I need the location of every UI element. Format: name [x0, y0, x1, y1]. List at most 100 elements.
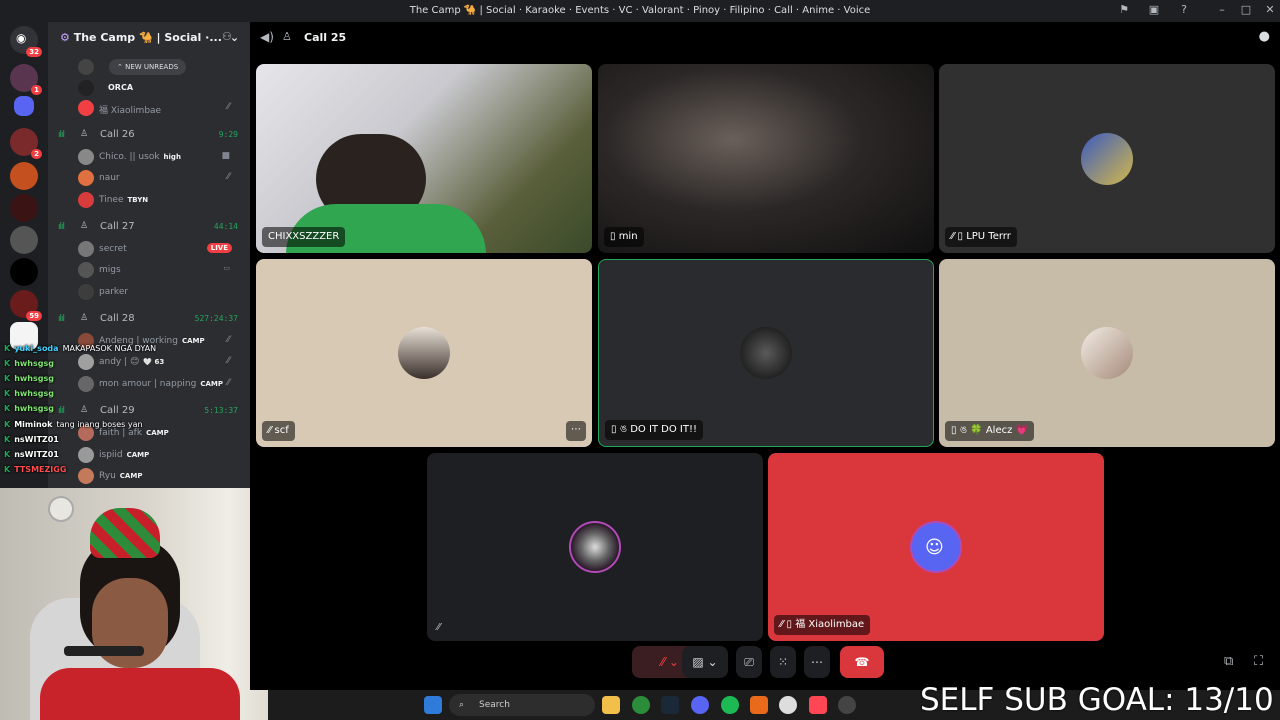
avatar [78, 262, 94, 278]
obs-icon[interactable] [779, 696, 797, 714]
fullscreen-icon[interactable]: ⛶ [1254, 654, 1263, 669]
voice-member[interactable]: parker [78, 282, 244, 302]
chat-message: Khwhsgsg [4, 374, 54, 383]
member-name: naur [99, 173, 120, 183]
steam-icon[interactable] [661, 696, 679, 714]
participant-avatar [740, 327, 792, 379]
wall-clock [48, 496, 74, 522]
search-placeholder: Search [479, 700, 510, 710]
server-icon[interactable]: 1 [10, 64, 42, 95]
activities-button[interactable]: ⁙ [770, 646, 796, 678]
screen-share-button[interactable]: ⎚ [736, 646, 762, 678]
mobile-icon: ▯ [610, 231, 619, 242]
spotify-icon[interactable] [721, 696, 739, 714]
valorant-icon[interactable] [809, 696, 827, 714]
server-icon[interactable]: 2 [10, 128, 42, 159]
chrome-icon[interactable] [632, 696, 650, 714]
voice-member[interactable]: ORCA [78, 78, 244, 98]
server-icon[interactable] [10, 194, 38, 222]
speaker-icon: ◀) [260, 30, 274, 44]
voice-member[interactable]: secret LIVE [78, 239, 244, 259]
close-button[interactable]: ✕ [1262, 3, 1278, 19]
deafened-icon: ⁄⁄ [226, 102, 230, 112]
voice-member[interactable]: Chico. || usok high ■ [78, 147, 244, 167]
server-icon[interactable]: 59 [10, 290, 42, 321]
camera-icon: ■ [221, 151, 230, 161]
pizzeria-server-icon[interactable] [10, 162, 38, 190]
voice-activity-icon: ılıl [58, 314, 65, 324]
video-tile[interactable]: ⁄⁄ ▯ LPU Terrr [939, 64, 1275, 253]
app-icon[interactable] [750, 696, 768, 714]
popout-icon[interactable]: ⧉ [1224, 654, 1233, 669]
stream-chat-overlay: Kyuki_soda MAKAPASOK NGA DYAN Khwhsgsg Kh… [4, 340, 224, 480]
avatar [78, 192, 94, 208]
streamer-shirt [40, 668, 240, 720]
chat-message: K Miminok tang inang boses yan [4, 420, 143, 429]
mobile-icon: ▯ [611, 424, 620, 435]
invite-people-icon[interactable]: ⚇ [222, 30, 232, 43]
monitor-icon[interactable]: ▣ [1146, 3, 1162, 19]
server-badge: 1 [31, 85, 42, 95]
channel-timer: 9:29 [218, 130, 238, 139]
avatar [78, 100, 94, 116]
muted-icon: ⁄⁄ [437, 622, 441, 633]
video-tile[interactable]: ☺ ⁄⁄ ▯ 福 Xiaolimbae [768, 453, 1104, 641]
deafened-icon: ⁄⁄ [226, 335, 230, 345]
new-unreads-pill[interactable]: ⌃ NEW UNREADS [109, 59, 187, 75]
maximize-button[interactable]: □ [1238, 3, 1254, 19]
deafened-icon: ⁄⁄ [226, 172, 230, 182]
server-badge: 2 [31, 149, 42, 159]
inbox-icon[interactable]: ⚑ [1116, 3, 1132, 19]
voice-member[interactable]: migs ▭ [78, 260, 244, 280]
live-badge: LIVE [206, 243, 232, 253]
call-header: ◀) ♙ Call 25 ● [250, 22, 1280, 54]
chat-bubble-icon[interactable]: ● [1259, 29, 1270, 44]
elf-hat [90, 508, 160, 558]
video-tile[interactable]: ⁄⁄ scf ⋯ [256, 259, 592, 447]
file-explorer-icon[interactable] [602, 696, 620, 714]
member-name: ORCA [108, 83, 134, 92]
more-options-button[interactable]: ⋯ [566, 421, 586, 441]
discord-icon[interactable] [691, 696, 709, 714]
server-icon[interactable] [10, 258, 38, 286]
screen-icon: ▭ [223, 264, 230, 272]
help-icon[interactable]: ? [1176, 3, 1192, 19]
member-name: migs [99, 265, 121, 275]
window-titlebar: The Camp 🐪 | Social · Karaoke · Events ·… [0, 0, 1280, 22]
participant-avatar [569, 521, 621, 573]
voice-channel-call-28[interactable]: ılıl ♙ Call 28 527:24:37 [58, 309, 244, 329]
server-badge: 59 [26, 311, 42, 321]
voice-channel-call-27[interactable]: ılıl ♙ Call 27 44:14 [58, 217, 244, 237]
participant-name: ⁄⁄ ▯ 福 Xiaolimbae [774, 615, 871, 635]
participant-name: CHIXXSZZZER [262, 227, 346, 247]
video-stage: CHIXXSZZZER ▯ min ⁄⁄ ▯ LPU Terrr ⁄⁄ scf … [250, 54, 1280, 690]
app-icon[interactable] [838, 696, 856, 714]
windows-start-icon[interactable] [424, 696, 442, 714]
channel-name: Call 28 [100, 313, 135, 324]
video-tile[interactable]: CHIXXSZZZER [256, 64, 592, 253]
video-tile[interactable]: ▯ ঙ DO IT DO IT!! [598, 259, 934, 447]
participant-name: ▯ min [604, 227, 644, 247]
search-icon: ⌕ [459, 700, 465, 710]
voice-channel-call-26[interactable]: ılıl ♙ Call 26 9:29 [58, 125, 244, 145]
microphone [64, 646, 144, 656]
home-discord-icon[interactable]: ◉ 32 [10, 26, 42, 57]
disconnect-button[interactable]: ☎ [840, 646, 884, 678]
video-tile[interactable]: ⁄⁄ [427, 453, 763, 641]
taskbar-search[interactable]: ⌕ Search [449, 694, 595, 716]
avatar [78, 149, 94, 165]
video-tile[interactable]: ▯ min [598, 64, 934, 253]
voice-member[interactable]: 福 Xiaolimbae ⁄⁄ [78, 98, 244, 118]
more-button[interactable]: ⋯ [804, 646, 830, 678]
voice-member[interactable]: Tinee TBYN [78, 190, 244, 210]
chat-message: Khwhsgsg [4, 389, 54, 398]
mobile-icon: ▯ [951, 425, 960, 436]
voice-member[interactable]: naur ⁄⁄ [78, 168, 244, 188]
folder-icon[interactable] [14, 96, 34, 116]
camera-toggle-button[interactable]: ▨ ⌄ [682, 646, 728, 678]
video-tile[interactable]: ▯ ঙ 🍀 Alecz 💗 [939, 259, 1275, 447]
minimize-button[interactable]: – [1214, 3, 1230, 19]
server-icon[interactable] [10, 226, 38, 254]
participant-avatar [1081, 327, 1133, 379]
server-name-header[interactable]: ⚙ The Camp 🐪 | Social ·... ⌄ [60, 31, 239, 44]
